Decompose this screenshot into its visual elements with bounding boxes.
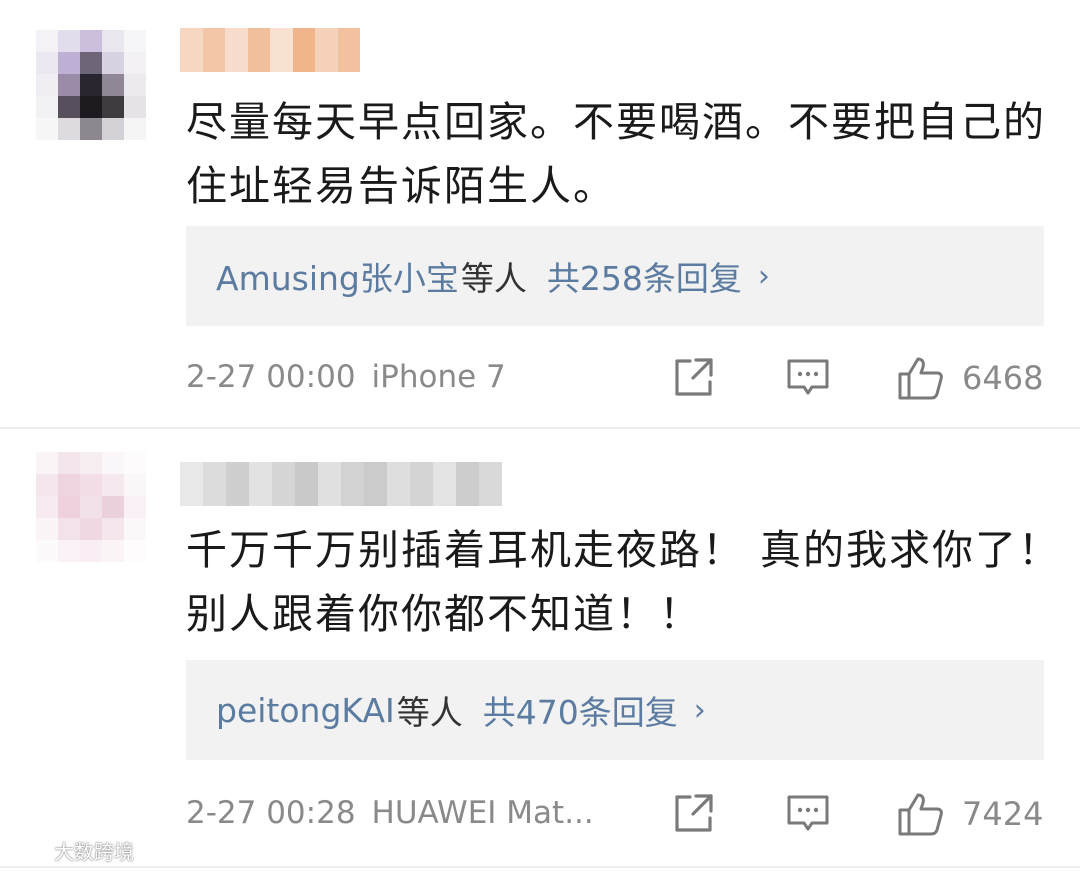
- comment-meta: 2-27 00:00 iPhone 7: [186, 352, 506, 402]
- share-button[interactable]: [672, 355, 716, 399]
- reply-summary[interactable]: peitongKAI 等人 共470条回复 ›: [186, 660, 1044, 760]
- comment-date: 2-27 00:00: [186, 359, 356, 395]
- comment-icon: [787, 795, 829, 831]
- reply-suffix: 等人: [396, 693, 463, 732]
- comment-meta: 2-27 00:28 HUAWEI Mat...: [186, 788, 594, 838]
- comment-text: 千万千万别插着耳机走夜路！ 真的我求你了！别人跟着你你都不知道！！: [186, 526, 1062, 638]
- watermark: 大数跨境: [10, 836, 134, 865]
- comment-button[interactable]: [786, 355, 830, 399]
- like-count: 6468: [962, 359, 1044, 397]
- comment-device: iPhone 7: [371, 359, 506, 395]
- watermark-logo-icon: [11, 842, 46, 860]
- chevron-right-icon: ›: [757, 258, 770, 294]
- avatar[interactable]: [36, 30, 146, 140]
- comment-device: HUAWEI Mat...: [371, 795, 594, 831]
- like-button[interactable]: 7424: [896, 791, 1043, 837]
- share-button[interactable]: [672, 791, 716, 835]
- reply-count[interactable]: 共470条回复: [483, 686, 678, 734]
- comment-button[interactable]: [786, 791, 830, 835]
- divider: [0, 866, 1080, 868]
- username-blurred[interactable]: [180, 28, 360, 72]
- share-icon: [675, 358, 713, 396]
- username-blurred[interactable]: [180, 462, 502, 506]
- thumbs-up-icon: [898, 357, 943, 400]
- like-count: 7424: [962, 795, 1044, 833]
- comment-icon: [787, 359, 829, 395]
- share-icon: [675, 794, 713, 832]
- comment-item: 尽量每天早点回家。不要喝酒。不要把自己的住址轻易告诉陌生人。 Amusing张小…: [0, 0, 1080, 428]
- comment-date: 2-27 00:28: [186, 795, 356, 831]
- reply-suffix: 等人: [460, 259, 527, 298]
- like-button[interactable]: 6468: [896, 355, 1043, 401]
- comment-item: 千万千万别插着耳机走夜路！ 真的我求你了！别人跟着你你都不知道！！ peiton…: [0, 428, 1080, 872]
- reply-user-link[interactable]: Amusing张小宝: [216, 252, 459, 300]
- reply-count[interactable]: 共258条回复: [547, 252, 742, 300]
- avatar[interactable]: [36, 452, 146, 562]
- watermark-text: 大数跨境: [54, 840, 134, 864]
- thumbs-up-icon: [898, 793, 943, 836]
- reply-summary[interactable]: Amusing张小宝 等人 共258条回复 ›: [186, 226, 1044, 326]
- comment-text: 尽量每天早点回家。不要喝酒。不要把自己的住址轻易告诉陌生人。: [186, 98, 1046, 210]
- chevron-right-icon: ›: [693, 692, 706, 728]
- reply-user-link[interactable]: peitongKAI: [216, 691, 395, 730]
